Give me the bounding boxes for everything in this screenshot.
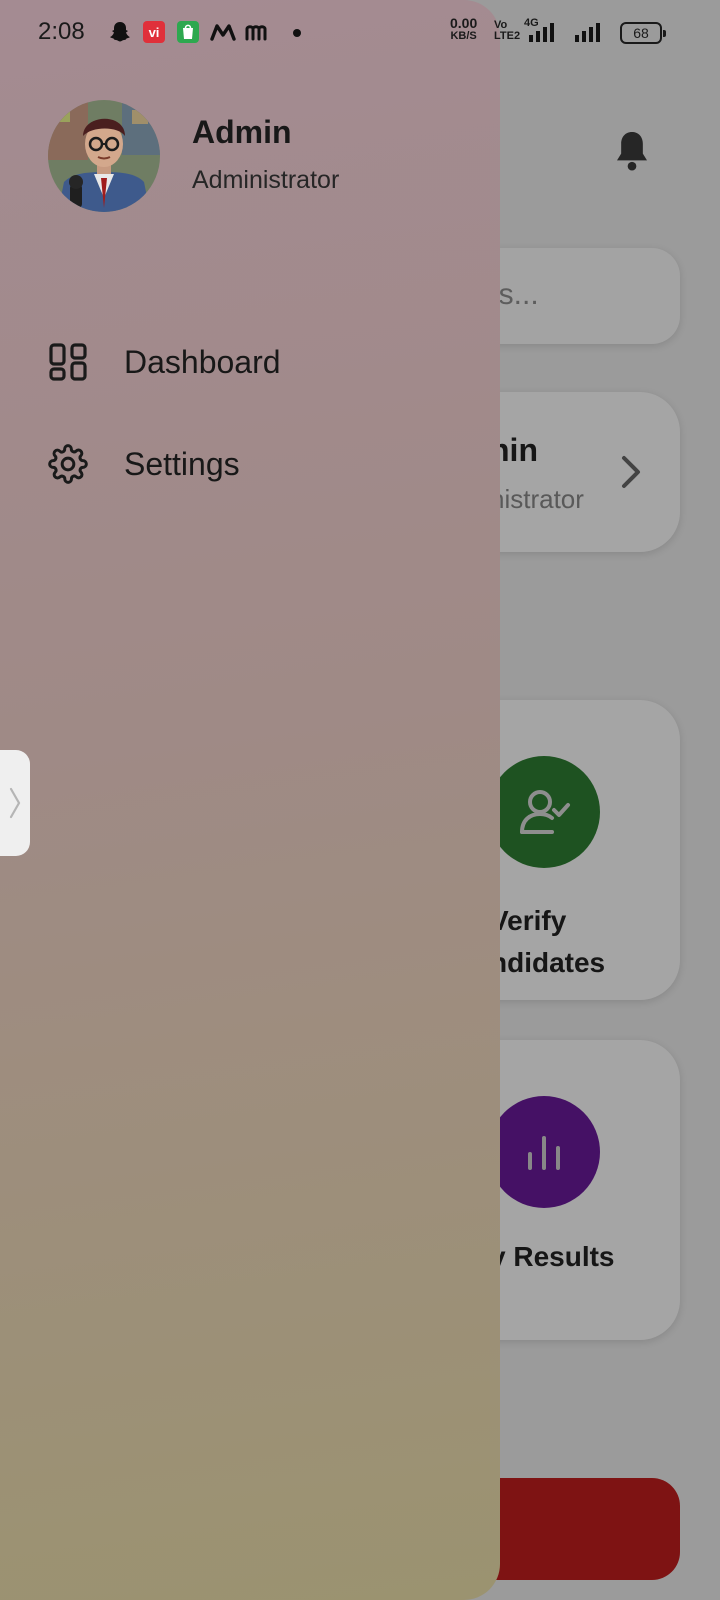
menu-label-settings: Settings [124, 446, 240, 482]
network-speed-unit: KB/S [450, 30, 477, 42]
m-icon [245, 25, 267, 41]
volte-bottom: LTE2 [494, 30, 521, 42]
volte-indicator: Vo LTE2 [494, 20, 520, 42]
m-icon [210, 24, 236, 41]
battery-indicator: 68 [620, 22, 666, 44]
signal-icon [529, 23, 554, 42]
dot-icon [293, 29, 301, 37]
svg-text:vi: vi [149, 25, 160, 40]
dashboard-grid-icon [49, 343, 87, 381]
chevron-right-icon [9, 787, 21, 819]
snapchat-icon [110, 22, 130, 42]
menu-item-settings[interactable]: Settings [48, 432, 468, 496]
navigation-drawer: Admin Administrator Dashboard Settings [0, 0, 500, 1600]
profile-role: Administrator [192, 166, 340, 194]
avatar[interactable] [48, 100, 160, 212]
profile-name: Admin [192, 114, 292, 150]
status-bar: 2:08 vi 0.00 KB/S Vo LTE2 4G 68 [0, 0, 720, 64]
vi-icon: vi [143, 21, 165, 43]
gear-icon [48, 444, 88, 484]
edge-panel-handle[interactable] [0, 750, 30, 856]
network-speed: 0.00 KB/S [450, 15, 478, 43]
menu-item-dashboard[interactable]: Dashboard [48, 330, 468, 394]
shop-icon [177, 21, 199, 43]
network-speed-value: 0.00 [450, 15, 478, 31]
signal-icon [575, 23, 600, 42]
menu-label-dashboard: Dashboard [124, 344, 281, 380]
avatar-illustration [48, 100, 160, 212]
status-time: 2:08 [38, 18, 85, 45]
